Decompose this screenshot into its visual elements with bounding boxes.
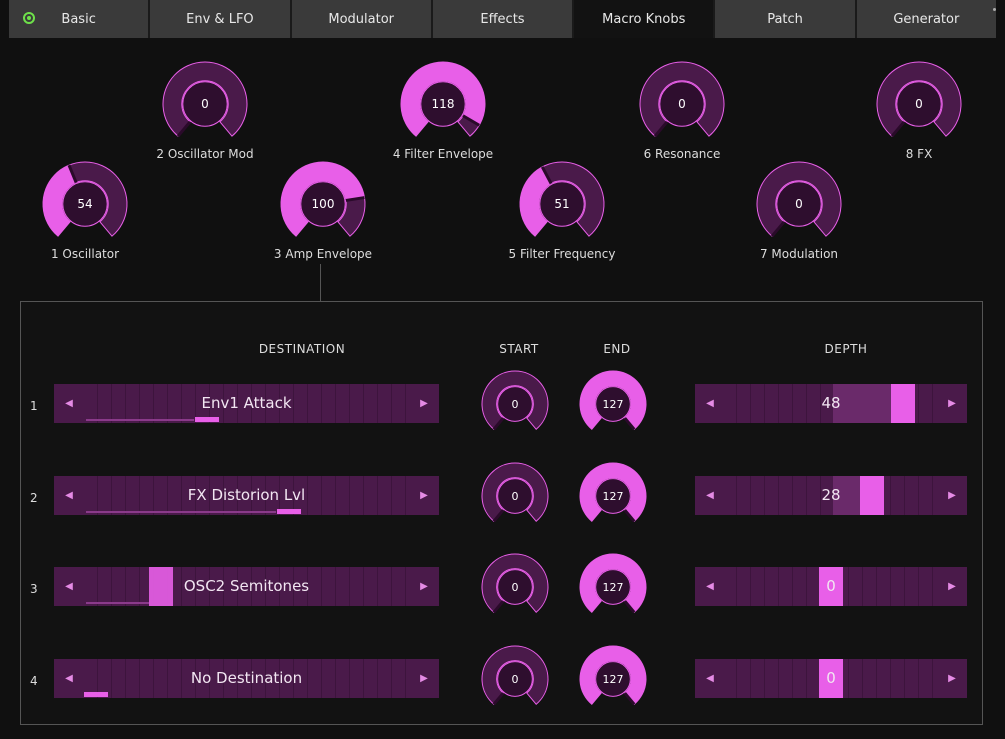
macro-knob-2[interactable]: 0	[162, 61, 248, 147]
depth-slider-3[interactable]: ◀ ▶ 0	[695, 567, 967, 606]
macro-knob-8-dial[interactable]: 0	[876, 61, 962, 147]
tab-basic[interactable]: Basic	[9, 0, 151, 38]
macro-knob-6[interactable]: 0	[639, 61, 725, 147]
tab-label: Modulator	[328, 11, 395, 27]
macro-knob-1-value: 54	[77, 197, 92, 211]
macro-knob-label: 8 FX	[905, 147, 933, 161]
end-knob-1[interactable]: 127	[579, 370, 647, 438]
tab-effects[interactable]: Effects	[432, 0, 575, 38]
depth-value: 0	[826, 577, 836, 595]
depth-value: 48	[821, 394, 841, 412]
row-number: 3	[30, 582, 38, 596]
end-knob-3[interactable]: 127	[579, 553, 647, 621]
end-knob-3-dial[interactable]: 127	[579, 553, 647, 621]
depth-slider-2[interactable]: ◀ ▶ 28	[695, 476, 967, 515]
end-header: END	[603, 342, 631, 356]
tab-label: Env & LFO	[186, 11, 254, 27]
macro-connector-line	[320, 264, 321, 301]
depth-value: 28	[821, 486, 841, 504]
macro-knob-label: 4 Filter Envelope	[392, 147, 494, 161]
destination-selector-1[interactable]: ◀ ▶ Env1 Attack	[54, 384, 439, 423]
macro-knob-4-dial[interactable]: 118	[400, 61, 486, 147]
macro-knob-8-value: 0	[915, 97, 923, 111]
tab-macro-knobs[interactable]: Macro Knobs	[574, 0, 716, 38]
end-knob-3-value: 127	[603, 581, 624, 594]
macro-knob-7[interactable]: 0	[756, 161, 842, 247]
macro-knob-3[interactable]: 100	[280, 161, 366, 247]
end-knob-2-dial[interactable]: 127	[579, 462, 647, 530]
macro-knob-7-dial[interactable]: 0	[756, 161, 842, 247]
destination-selector-2[interactable]: ◀ ▶ FX Distorion Lvl	[54, 476, 439, 515]
tab-env-lfo[interactable]: Env & LFO	[150, 0, 292, 38]
macro-knob-6-value: 0	[678, 97, 686, 111]
macro-knob-3-value: 100	[312, 197, 335, 211]
macro-knob-1[interactable]: 54	[42, 161, 128, 247]
macro-knob-5-dial[interactable]: 51	[519, 161, 605, 247]
power-indicator-icon[interactable]	[23, 12, 35, 24]
start-knob-4[interactable]: 0	[481, 645, 549, 713]
macro-knob-4[interactable]: 118	[400, 61, 486, 147]
row-number: 4	[30, 674, 38, 688]
window-corner-dot	[993, 8, 996, 11]
destination-selector-4[interactable]: ◀ ▶ No Destination	[54, 659, 439, 698]
destination-label: No Destination	[190, 669, 303, 687]
macro-knob-6-dial[interactable]: 0	[639, 61, 725, 147]
tab-patch[interactable]: Patch	[715, 0, 857, 38]
tab-modulator[interactable]: Modulator	[291, 0, 433, 38]
end-knob-1-value: 127	[603, 398, 624, 411]
depth-slider-1[interactable]: ◀ ▶ 48	[695, 384, 967, 423]
row-number: 2	[30, 491, 38, 505]
start-header: START	[499, 342, 539, 356]
end-knob-2-value: 127	[603, 490, 624, 503]
tab-bar: Basic Env & LFO Modulator Effects Macro …	[9, 0, 996, 38]
macro-knob-2-value: 0	[201, 97, 209, 111]
tab-label: Effects	[480, 11, 525, 27]
destination-label: OSC2 Semitones	[183, 577, 310, 595]
start-knob-4-dial[interactable]: 0	[481, 645, 549, 713]
end-knob-4-dial[interactable]: 127	[579, 645, 647, 713]
macro-knob-2-dial[interactable]: 0	[162, 61, 248, 147]
depth-slider-4[interactable]: ◀ ▶ 0	[695, 659, 967, 698]
end-knob-4-value: 127	[603, 673, 624, 686]
macro-assignment-panel: DESTINATION START END DEPTH 1 ◀ ▶ Env1 Atta…	[20, 301, 983, 725]
macro-knob-3-dial[interactable]: 100	[280, 161, 366, 247]
start-knob-1[interactable]: 0	[481, 370, 549, 438]
start-knob-3[interactable]: 0	[481, 553, 549, 621]
row-number: 1	[30, 399, 38, 413]
start-knob-1-dial[interactable]: 0	[481, 370, 549, 438]
destination-label: Env1 Attack	[201, 394, 292, 412]
depth-value: 0	[826, 669, 836, 687]
macro-knob-label: 5 Filter Frequency	[508, 247, 616, 261]
macro-knob-5[interactable]: 51	[519, 161, 605, 247]
tab-label: Basic	[61, 11, 96, 27]
macro-knob-label: 6 Resonance	[643, 147, 721, 161]
tab-generator[interactable]: Generator	[856, 0, 996, 38]
end-knob-4[interactable]: 127	[579, 645, 647, 713]
macro-knob-5-value: 51	[554, 197, 569, 211]
macro-knob-8[interactable]: 0	[876, 61, 962, 147]
start-knob-2-dial[interactable]: 0	[481, 462, 549, 530]
tab-label: Macro Knobs	[602, 11, 686, 27]
start-knob-3-value: 0	[512, 581, 519, 594]
macro-knob-7-value: 0	[795, 197, 803, 211]
tab-label: Patch	[767, 11, 803, 27]
destination-selector-3[interactable]: ◀ ▶ OSC2 Semitones	[54, 567, 439, 606]
macro-knob-label: 3 Amp Envelope	[273, 247, 373, 261]
destination-header: DESTINATION	[258, 342, 346, 356]
destination-label: FX Distorion Lvl	[187, 486, 306, 504]
macro-knob-label: 1 Oscillator	[50, 247, 120, 261]
start-knob-1-value: 0	[512, 398, 519, 411]
start-knob-4-value: 0	[512, 673, 519, 686]
macro-knob-1-dial[interactable]: 54	[42, 161, 128, 247]
macro-knob-label: 2 Oscillator Mod	[156, 147, 254, 161]
end-knob-2[interactable]: 127	[579, 462, 647, 530]
macro-knob-label: 7 Modulation	[759, 247, 839, 261]
depth-header: DEPTH	[824, 342, 868, 356]
start-knob-2-value: 0	[512, 490, 519, 503]
end-knob-1-dial[interactable]: 127	[579, 370, 647, 438]
start-knob-3-dial[interactable]: 0	[481, 553, 549, 621]
start-knob-2[interactable]: 0	[481, 462, 549, 530]
macro-knob-4-value: 118	[432, 97, 455, 111]
tab-label: Generator	[893, 11, 960, 27]
